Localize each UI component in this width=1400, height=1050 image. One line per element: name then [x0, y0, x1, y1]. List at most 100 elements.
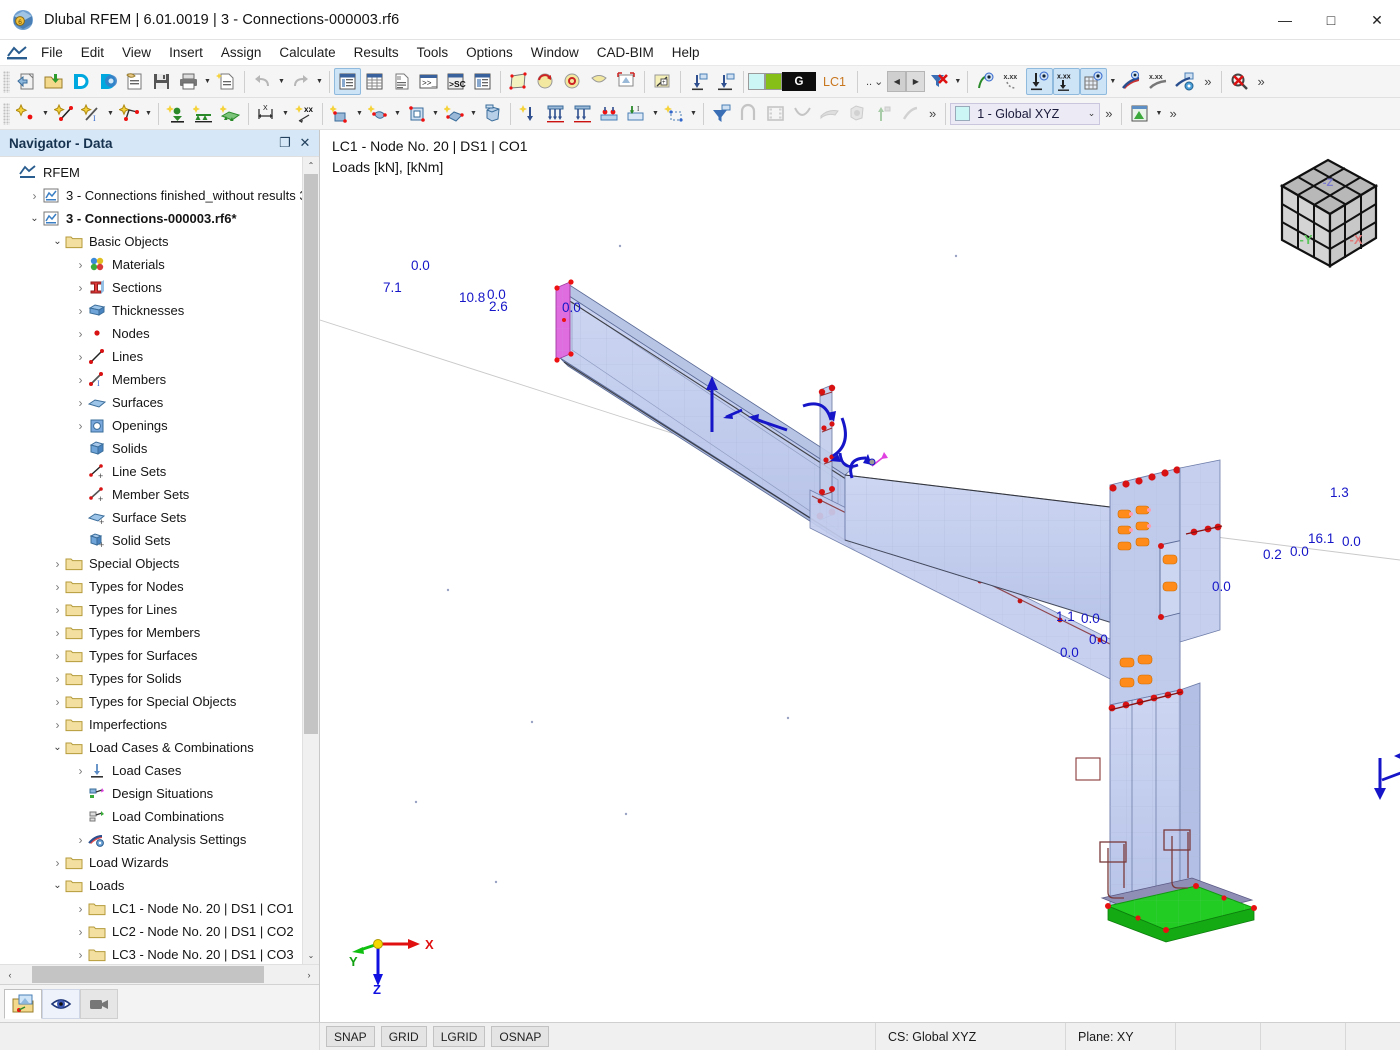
chevron-right-icon[interactable]: › — [73, 304, 88, 318]
menu-tools[interactable]: Tools — [408, 42, 458, 63]
toolbar-overflow-1[interactable]: » — [1199, 74, 1216, 89]
chevron-right-icon[interactable]: › — [50, 580, 65, 594]
redo-dropdown-caret[interactable]: ▼ — [314, 68, 325, 95]
pan-view-button[interactable] — [586, 68, 613, 95]
properties-panel-button[interactable] — [469, 68, 496, 95]
tables-toggle-button[interactable] — [361, 68, 388, 95]
chevron-right-icon[interactable]: › — [27, 189, 42, 203]
data-navigator-toggle-button[interactable] — [334, 68, 361, 95]
tree-row[interactable]: Load Combinations — [0, 805, 302, 828]
chevron-right-icon[interactable]: › — [50, 603, 65, 617]
close-button[interactable]: ✕ — [1354, 0, 1400, 40]
tree-row[interactable]: › Special Objects — [0, 552, 302, 575]
tree-vertical-scrollbar[interactable]: ⌃ ⌄ — [302, 157, 319, 964]
tree-row[interactable]: ⌄ 3 - Connections-000003.rf6* — [0, 207, 302, 230]
chevron-right-icon[interactable]: › — [73, 419, 88, 433]
tree-horizontal-scrollbar[interactable]: ‹ › — [0, 964, 319, 984]
tree-row[interactable]: › Types for Lines — [0, 598, 302, 621]
shading-button[interactable] — [816, 100, 843, 127]
toolbar-grip-2[interactable] — [3, 102, 10, 125]
chevron-right-icon[interactable]: › — [73, 327, 88, 341]
menu-results[interactable]: Results — [345, 42, 408, 63]
chevron-right-icon[interactable]: › — [50, 557, 65, 571]
mesh-dropdown-caret[interactable]: ▼ — [1107, 68, 1118, 95]
show-numeric-values-button[interactable]: x.xx — [1053, 68, 1081, 95]
free-load-button[interactable]: I — [623, 100, 650, 127]
tree-row[interactable]: › Types for Nodes — [0, 575, 302, 598]
hscroll-track[interactable] — [20, 965, 299, 984]
solid-set-button[interactable] — [479, 100, 506, 127]
scroll-down-button[interactable]: ⌄ — [303, 947, 319, 964]
chevron-right-icon[interactable]: › — [73, 373, 88, 387]
print-dropdown-caret[interactable]: ▼ — [202, 68, 213, 95]
tree-row[interactable]: ⌄ Load Cases & Combinations — [0, 736, 302, 759]
tree-row[interactable]: › Types for Solids — [0, 667, 302, 690]
rotate-view-button[interactable] — [532, 68, 559, 95]
catenary-button[interactable] — [789, 100, 816, 127]
menu-view[interactable]: View — [113, 42, 160, 63]
undo-dropdown-caret[interactable]: ▼ — [276, 68, 287, 95]
tree-row[interactable]: › Nodes — [0, 322, 302, 345]
surface-support-button[interactable] — [217, 100, 244, 127]
toolbar-overflow-4[interactable]: » — [1164, 106, 1181, 121]
hscroll-thumb[interactable] — [32, 966, 264, 983]
zoom-all-button[interactable] — [613, 68, 640, 95]
navigation-cube[interactable]: -Z -Y -X — [1264, 144, 1392, 276]
chevron-right-icon[interactable]: › — [73, 925, 88, 939]
navigator-close-button[interactable]: ✕ — [295, 133, 315, 153]
show-mesh-button[interactable] — [1080, 68, 1108, 95]
minimize-button[interactable]: — — [1262, 0, 1308, 40]
new-surface-button[interactable] — [116, 100, 143, 127]
deselect-all-button[interactable] — [1226, 68, 1253, 95]
chevron-right-icon[interactable]: › — [73, 396, 88, 410]
tree-row[interactable]: Design Situations — [0, 782, 302, 805]
chevron-right-icon[interactable]: › — [50, 695, 65, 709]
show-surface-results-button[interactable] — [1118, 68, 1145, 95]
undo-button[interactable] — [249, 68, 276, 95]
dimension-tool-button[interactable]: + — [649, 68, 676, 95]
surface-dropdown-caret[interactable]: ▼ — [143, 100, 154, 127]
toolbar-overflow-3[interactable]: » — [1100, 106, 1117, 121]
line-load-button[interactable] — [542, 100, 569, 127]
load-case-color-swatch-1[interactable] — [748, 73, 765, 90]
menu-file[interactable]: File — [32, 42, 72, 63]
opening-dropdown-caret[interactable]: ▼ — [430, 100, 441, 127]
save-button[interactable] — [148, 68, 175, 95]
tree-row[interactable]: › Load Cases — [0, 759, 302, 782]
printout-report-button[interactable] — [388, 68, 415, 95]
load-wizard-caret[interactable]: ▼ — [688, 100, 699, 127]
menu-edit[interactable]: Edit — [72, 42, 113, 63]
surface-load-button[interactable] — [365, 100, 392, 127]
member-load-button[interactable] — [569, 100, 596, 127]
menu-insert[interactable]: Insert — [160, 42, 212, 63]
tree-row[interactable]: › Openings — [0, 414, 302, 437]
scroll-track[interactable] — [303, 174, 319, 947]
redo-button[interactable] — [287, 68, 314, 95]
tree-row[interactable]: + Line Sets — [0, 460, 302, 483]
new-line-button[interactable] — [51, 100, 78, 127]
tree-row[interactable]: › Materials — [0, 253, 302, 276]
tree-row[interactable]: + Surface Sets — [0, 506, 302, 529]
navigator-restore-button[interactable]: ❐ — [275, 133, 295, 153]
filter-dropdown-caret[interactable]: ▼ — [952, 68, 963, 95]
status-toggle-osnap[interactable]: OSNAP — [491, 1026, 550, 1047]
clipping-plane-button[interactable] — [870, 100, 897, 127]
model-info-button[interactable] — [94, 68, 121, 95]
surface-load-caret[interactable]: ▼ — [392, 100, 403, 127]
opening-button[interactable] — [403, 100, 430, 127]
new-model-button[interactable] — [13, 68, 40, 95]
load-case-mini-dropdown[interactable]: .. ⌄ — [862, 75, 887, 89]
chevron-right-icon[interactable]: › — [73, 902, 88, 916]
script-console-button[interactable]: >SC — [442, 68, 469, 95]
tree-row[interactable]: › Thicknesses — [0, 299, 302, 322]
tree-row[interactable]: › LC1 - Node No. 20 | DS1 | CO1 — [0, 897, 302, 920]
chevron-right-icon[interactable]: › — [73, 764, 88, 778]
tree-row[interactable]: › Static Analysis Settings — [0, 828, 302, 851]
load-wizard-button[interactable] — [661, 100, 688, 127]
perspective-button[interactable] — [843, 100, 870, 127]
tree-row[interactable]: › LC2 - Node No. 20 | DS1 | CO2 — [0, 920, 302, 943]
menu-window[interactable]: Window — [522, 42, 588, 63]
chevron-right-icon[interactable]: › — [50, 856, 65, 870]
status-toggle-grid[interactable]: GRID — [380, 1026, 427, 1047]
new-node-button[interactable] — [13, 100, 40, 127]
